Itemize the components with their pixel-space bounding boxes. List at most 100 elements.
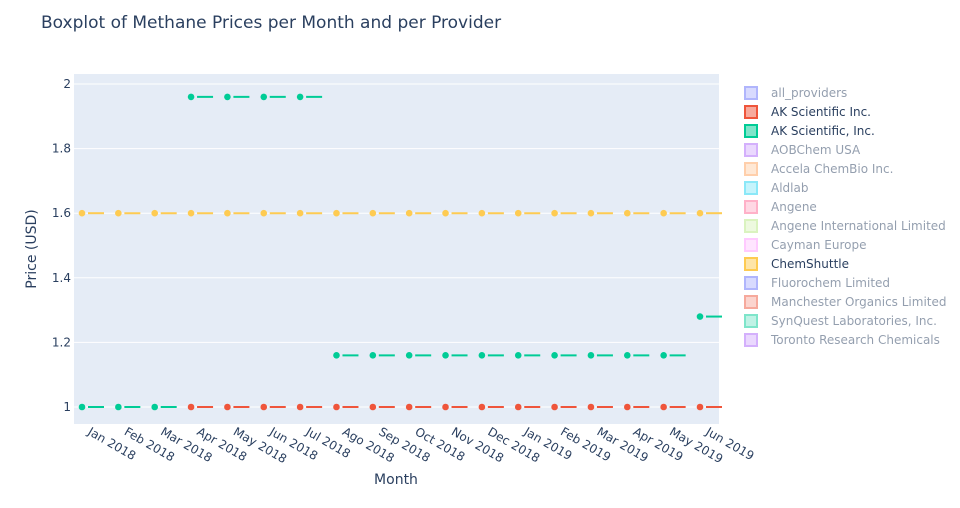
data-point [187,93,195,101]
legend-label: AOBChem USA [771,143,861,157]
data-point [696,403,704,411]
data-point [296,403,304,411]
legend: all_providers AK Scientific Inc. AK Scient… [744,86,946,347]
data-point [478,352,486,359]
data-point [660,209,667,217]
data-point [660,403,667,411]
legend-label: Angene International Limited [771,219,946,233]
data-point [115,403,122,411]
legend-swatch [744,124,758,138]
legend-label: AK Scientific Inc. [771,105,871,119]
data-point [224,93,231,101]
data-point [478,209,486,217]
legend-swatch [744,162,758,176]
legend-item[interactable]: Angene [744,200,817,214]
legend-item[interactable]: AOBChem USA [744,143,861,157]
legend-label: Toronto Research Chemicals [770,333,940,347]
data-point [551,209,558,217]
data-point [369,209,377,217]
data-point [696,313,704,320]
legend-item[interactable]: Aldlab [744,181,808,195]
legend-label: Accela ChemBio Inc. [771,162,893,176]
y-tick-label: 2 [63,77,71,91]
legend-swatch [744,105,758,119]
legend-item[interactable]: AK Scientific, Inc. [744,124,875,138]
data-point [260,209,268,217]
data-point [151,403,159,411]
data-point [587,209,595,217]
legend-item[interactable]: Toronto Research Chemicals [744,333,940,347]
data-point [623,352,631,359]
data-point [260,93,268,101]
legend-label: all_providers [771,86,847,100]
x-axis: Jan 2018Feb 2018Mar 2018Apr 2018May 2018… [85,424,757,466]
boxplot-chart: Boxplot of Methane Prices per Month and … [24,13,946,488]
data-point [369,403,377,411]
data-point [551,352,558,359]
x-axis-label: Month [374,472,418,488]
data-point [333,209,340,217]
data-point [260,403,268,411]
legend-swatch [744,276,758,290]
legend-swatch [744,219,758,233]
data-point [442,352,449,359]
legend-item[interactable]: SynQuest Laboratories, Inc. [744,314,937,328]
legend-label: Aldlab [771,181,808,195]
legend-item[interactable]: Fluorochem Limited [744,276,890,290]
data-point [78,403,86,411]
legend-item[interactable]: Manchester Organics Limited [744,295,946,309]
legend-item[interactable]: ChemShuttle [744,257,849,271]
y-tick-label: 1.2 [52,335,71,349]
y-axis-label: Price (USD) [24,209,40,288]
legend-swatch [744,238,758,252]
legend-swatch [744,143,758,157]
legend-label: AK Scientific, Inc. [771,124,875,138]
data-point [78,209,86,217]
data-point [514,209,522,217]
legend-item[interactable]: Cayman Europe [744,238,867,252]
data-point [405,352,413,359]
data-point [151,209,159,217]
data-point [442,403,449,411]
legend-label: Cayman Europe [771,238,867,252]
data-point [514,403,522,411]
data-point [187,403,195,411]
data-point [115,209,122,217]
y-tick-label: 1 [63,400,71,414]
legend-swatch [744,314,758,328]
data-point [224,209,231,217]
legend-item[interactable]: AK Scientific Inc. [744,105,871,119]
legend-swatch [744,181,758,195]
data-point [333,352,340,359]
legend-swatch [744,295,758,309]
legend-label: ChemShuttle [771,257,849,271]
data-point [442,209,449,217]
y-axis: 1 1.2 1.4 1.6 1.8 2 [52,77,71,414]
data-point [623,209,631,217]
y-tick-label: 1.4 [52,271,71,285]
legend-label: Angene [771,200,817,214]
legend-label: Manchester Organics Limited [771,295,946,309]
legend-label: Fluorochem Limited [771,276,890,290]
legend-swatch [744,257,758,271]
legend-label: SynQuest Laboratories, Inc. [771,314,937,328]
data-point [296,93,304,101]
data-point [514,352,522,359]
legend-swatch [744,86,758,100]
data-point [623,403,631,411]
legend-item[interactable]: Angene International Limited [744,219,946,233]
legend-item[interactable]: all_providers [744,86,847,100]
data-point [405,209,413,217]
data-point [660,352,667,359]
data-point [405,403,413,411]
legend-swatch [744,333,758,347]
data-point [296,209,304,217]
data-point [696,209,704,217]
data-point [187,209,195,217]
data-point [587,352,595,359]
legend-item[interactable]: Accela ChemBio Inc. [744,162,893,176]
data-point [587,403,595,411]
data-point [224,403,231,411]
data-point [478,403,486,411]
data-point [369,352,377,359]
